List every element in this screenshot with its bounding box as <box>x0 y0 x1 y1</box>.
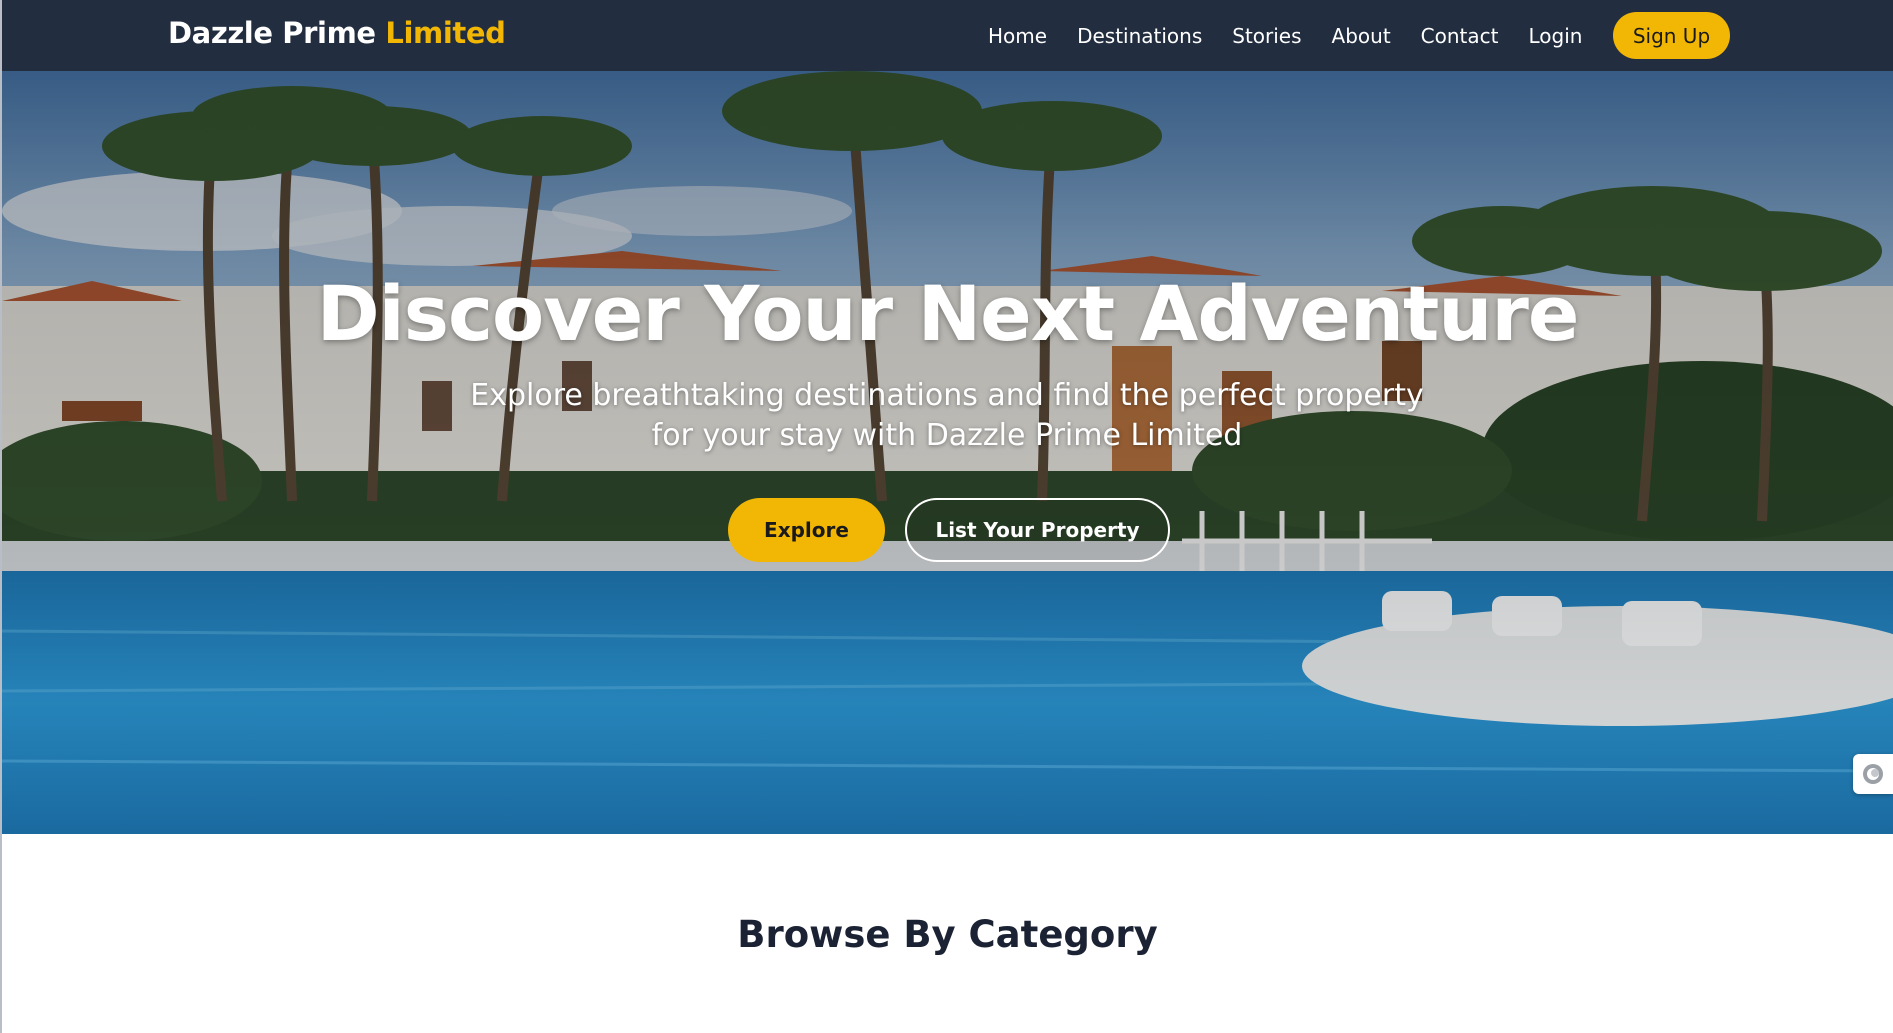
hero-actions: Explore List Your Property <box>728 498 1170 562</box>
hero-title: Discover Your Next Adventure <box>316 269 1580 358</box>
browse-category-heading: Browse By Category <box>737 913 1158 956</box>
brand-name: Dazzle Prime <box>168 16 376 50</box>
signup-button[interactable]: Sign Up <box>1613 12 1730 59</box>
nav-link-login[interactable]: Login <box>1528 24 1582 48</box>
nav-links: Home Destinations Stories About Contact … <box>988 0 1582 71</box>
nav-link-destinations[interactable]: Destinations <box>1077 24 1202 48</box>
list-property-button[interactable]: List Your Property <box>905 498 1170 562</box>
hero-subtitle-line2: for your stay with Dazzle Prime Limited <box>651 418 1243 453</box>
nav-link-stories[interactable]: Stories <box>1232 24 1301 48</box>
circle-toggle-icon <box>1863 764 1883 784</box>
brand-accent: Limited <box>385 16 506 50</box>
hero-subtitle-line1: Explore breathtaking destinations and fi… <box>470 378 1424 413</box>
hero-subtitle: Explore breathtaking destinations and fi… <box>447 376 1447 456</box>
side-widget-button[interactable] <box>1853 754 1893 794</box>
nav-link-about[interactable]: About <box>1332 24 1391 48</box>
top-navbar: Dazzle Prime Limited Home Destinations S… <box>2 0 1893 71</box>
page: Dazzle Prime Limited Home Destinations S… <box>2 0 1893 1033</box>
hero-section: Discover Your Next Adventure Explore bre… <box>2 71 1893 834</box>
brand-logo[interactable]: Dazzle Prime Limited <box>168 16 506 50</box>
explore-button[interactable]: Explore <box>728 498 885 562</box>
nav-link-home[interactable]: Home <box>988 24 1047 48</box>
nav-link-contact[interactable]: Contact <box>1421 24 1499 48</box>
